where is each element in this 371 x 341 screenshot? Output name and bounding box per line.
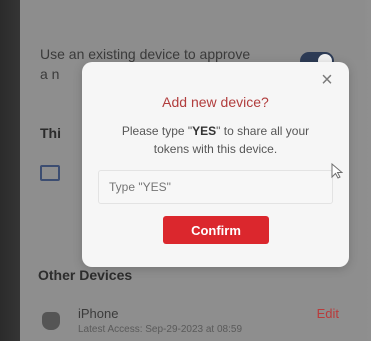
apple-icon xyxy=(42,312,60,330)
laptop-icon xyxy=(40,165,60,181)
other-devices-heading: Other Devices xyxy=(38,267,133,283)
device-row: iPhone Latest Access: Sep-29-2023 at 08:… xyxy=(20,292,365,341)
background-approve-text-line2: a n xyxy=(40,66,60,82)
device-latest-access: Latest Access: Sep-29-2023 at 08:59 xyxy=(78,324,242,335)
background-section-heading: Thi xyxy=(40,125,61,141)
modal-title: Add new device? xyxy=(162,94,269,110)
confirm-button[interactable]: Confirm xyxy=(163,216,269,244)
yes-confirmation-input[interactable] xyxy=(98,170,333,204)
phone-screen: Use an existing device to approve a n Th… xyxy=(20,0,365,341)
background-approve-text: Use an existing device to approve xyxy=(40,46,251,62)
edit-button[interactable]: Edit xyxy=(317,306,339,321)
close-icon[interactable]: × xyxy=(317,70,337,90)
photo-frame: Use an existing device to approve a n Th… xyxy=(0,0,371,341)
modal-message-prefix: Please type " xyxy=(121,124,193,138)
modal-message-yes: YES xyxy=(192,124,217,138)
modal-message: Please type "YES" to share all your toke… xyxy=(106,122,325,158)
add-device-modal: × Add new device? Please type "YES" to s… xyxy=(82,62,349,267)
device-name: iPhone xyxy=(78,306,119,321)
